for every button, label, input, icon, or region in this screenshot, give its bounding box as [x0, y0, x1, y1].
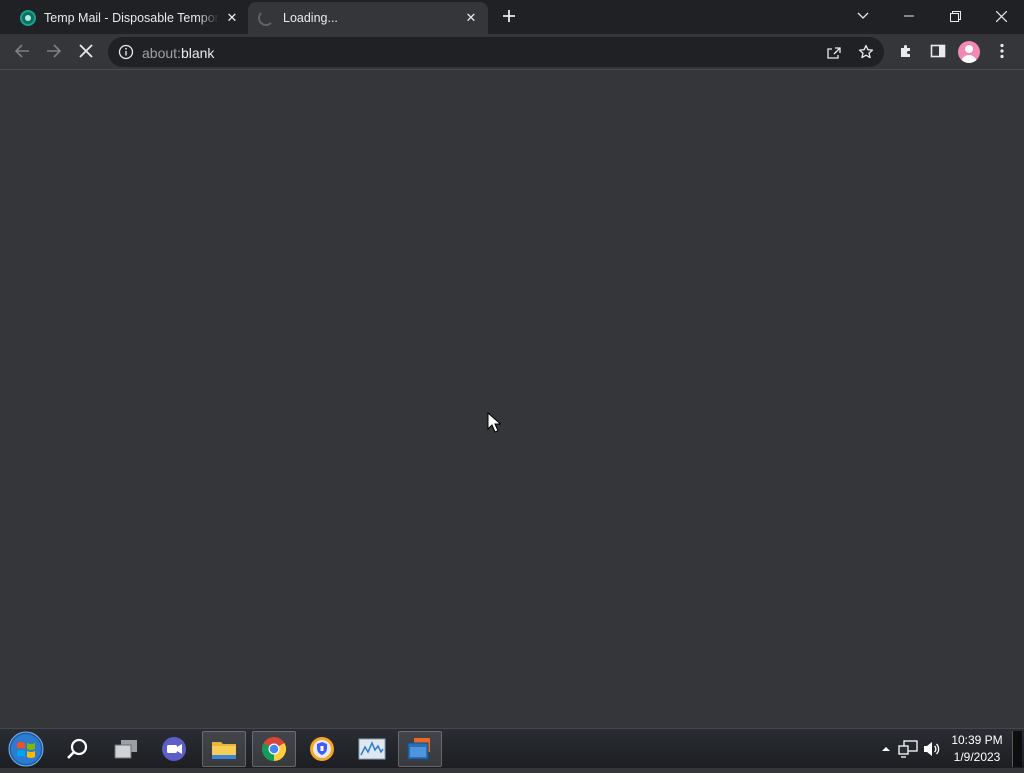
- forward-button[interactable]: [40, 37, 68, 65]
- meet-chat-icon: [162, 737, 186, 761]
- share-icon: [827, 47, 841, 59]
- extensions-button[interactable]: [892, 37, 920, 65]
- address-bar[interactable]: about:blank: [108, 37, 884, 67]
- close-icon: [995, 10, 1007, 22]
- page-content-area[interactable]: [0, 71, 1024, 728]
- side-panel-icon: [930, 44, 946, 58]
- share-button[interactable]: [824, 42, 844, 62]
- plus-icon: [503, 10, 515, 22]
- tab-close-icon[interactable]: ✕: [223, 9, 241, 27]
- bookmark-button[interactable]: [856, 42, 876, 62]
- info-icon[interactable]: [118, 44, 134, 60]
- url-path: blank: [180, 45, 215, 61]
- stop-button[interactable]: [72, 37, 100, 65]
- show-hidden-icons-button[interactable]: [876, 739, 896, 759]
- star-icon: [858, 44, 874, 59]
- taskbar-file-explorer[interactable]: [202, 731, 246, 767]
- side-panel-button[interactable]: [924, 37, 952, 65]
- system-clock[interactable]: 10:39 PM 1/9/2023: [948, 732, 1006, 766]
- network-button[interactable]: [898, 739, 918, 759]
- network-icon: [898, 740, 918, 758]
- minimize-button[interactable]: [886, 2, 932, 30]
- tab-strip: Temp Mail - Disposable Temporary Email ✕…: [0, 0, 1024, 34]
- url-scheme: about:: [142, 45, 181, 61]
- close-window-button[interactable]: [978, 2, 1024, 30]
- file-explorer-icon: [212, 742, 236, 759]
- windows-taskbar: 10:39 PM 1/9/2023: [0, 728, 1024, 768]
- stop-loading-icon: [79, 44, 93, 58]
- mouse-cursor-icon: [487, 412, 501, 433]
- chevron-up-icon: [882, 747, 890, 751]
- forward-arrow-icon: [47, 44, 62, 58]
- tempmail-favicon-icon: [20, 10, 36, 26]
- resource-monitor-icon: [358, 738, 386, 760]
- url-text[interactable]: about:blank: [142, 45, 214, 61]
- volume-button[interactable]: [922, 739, 942, 759]
- profile-avatar-icon[interactable]: [958, 41, 980, 63]
- vpn-shield-icon: [310, 737, 334, 761]
- back-arrow-icon: [14, 44, 29, 58]
- taskbar-chrome[interactable]: [252, 731, 296, 767]
- browser-toolbar: about:blank: [0, 34, 1024, 70]
- tab-loading[interactable]: Loading... ✕: [248, 2, 488, 34]
- tab-title: Loading...: [283, 11, 338, 25]
- clock-date: 1/9/2023: [953, 750, 1001, 764]
- task-view-icon: [114, 740, 137, 759]
- volume-icon: [924, 742, 940, 756]
- kebab-menu-icon: [1000, 43, 1004, 59]
- browser-menu-button[interactable]: [988, 37, 1016, 65]
- tab-search-button[interactable]: [840, 2, 886, 30]
- back-button[interactable]: [8, 37, 36, 65]
- new-tab-button[interactable]: [498, 6, 520, 28]
- extensions-icon: [901, 45, 910, 57]
- chrome-icon: [261, 737, 287, 761]
- start-button[interactable]: [6, 730, 46, 768]
- taskbar-resource-monitor[interactable]: [350, 731, 394, 767]
- clock-time: 10:39 PM: [951, 733, 1003, 747]
- windows-start-orb-icon: [8, 731, 44, 767]
- task-view-button[interactable]: [104, 731, 148, 767]
- tab-close-icon[interactable]: ✕: [462, 9, 480, 27]
- meet-chat-button[interactable]: [152, 731, 196, 767]
- minimize-icon: [904, 15, 914, 17]
- tab-title: Temp Mail - Disposable Temporary Email: [44, 11, 219, 25]
- loading-spinner-icon: [258, 10, 274, 26]
- restore-button[interactable]: [932, 2, 978, 30]
- app-window-icon: [407, 738, 430, 760]
- restore-icon: [949, 10, 961, 22]
- taskbar-search-button[interactable]: [56, 731, 100, 767]
- search-icon: [67, 738, 88, 759]
- tab-tempmail[interactable]: Temp Mail - Disposable Temporary Email ✕: [8, 2, 244, 34]
- taskbar-vpn[interactable]: [300, 731, 344, 767]
- show-desktop-button[interactable]: [1012, 731, 1022, 767]
- tab-search-icon: [857, 12, 869, 19]
- taskbar-app-window[interactable]: [398, 731, 442, 767]
